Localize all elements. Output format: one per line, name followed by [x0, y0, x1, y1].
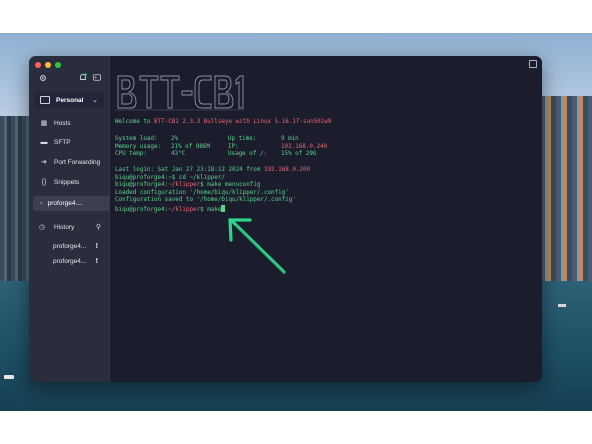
folder-icon: ▬	[40, 138, 48, 146]
stat-key: CPU temp:	[115, 151, 147, 157]
sidebar: Personal ⌄ ▦ Hosts ▬ SFTP ➜ Port Forward…	[29, 56, 110, 382]
vault-selector[interactable]: Personal ⌄	[34, 92, 104, 108]
output-line: Configuration saved to '/home/biqu/klipp…	[115, 197, 296, 203]
history-header[interactable]: ◷ History ⚲	[29, 220, 109, 234]
stat-key: IP:	[228, 143, 239, 150]
stat-value: 2%	[171, 136, 179, 142]
history-item-label: proforge4...	[53, 242, 87, 250]
stat-value: 43°C	[171, 151, 186, 157]
command: $ make menuconfig	[200, 182, 261, 188]
arrow-icon: ➜	[41, 159, 47, 166]
welcome-prefix: Welcome to	[115, 119, 155, 125]
command: $ cd ~/klipper/	[171, 174, 225, 181]
boat	[558, 304, 566, 307]
stat-value: 192.168.0.240	[281, 143, 328, 150]
command-line: biqu@proforge4:~/klipper$ make menuconfi…	[115, 182, 260, 189]
settings-icon[interactable]	[39, 74, 47, 84]
sidebar-toolbar	[29, 73, 109, 85]
prompt: biqu@proforge4:	[115, 206, 169, 213]
stat-key: Memory usage:	[115, 143, 162, 150]
prompt-path: ~/klipper	[168, 206, 201, 213]
zoom-window-button[interactable]	[55, 62, 61, 68]
command-line: biqu@proforge4:~$ cd ~/klipper/	[115, 175, 225, 182]
welcome-system-name: BTT-CB1 2.3.3 Bullseye with Linux 5.16.1…	[154, 119, 332, 125]
split-view-icon[interactable]	[529, 60, 537, 68]
vault-icon	[40, 96, 50, 104]
stat-key: Up time:	[228, 136, 257, 142]
last-login-text: Last login: Sat Jan 27 23:18:12 2024 fro…	[115, 167, 264, 173]
text-cursor	[221, 204, 226, 212]
warning-icon: !	[95, 257, 98, 265]
prompt-path: ~/klipper	[168, 182, 201, 188]
last-login-ip: 192.168.0.200	[263, 167, 311, 173]
braces-icon: {}	[41, 178, 47, 186]
sidebar-item-hosts[interactable]: ▦ Hosts	[29, 115, 109, 131]
hosts-icon: ▦	[40, 120, 48, 127]
stat-value: 9 min	[281, 136, 299, 142]
search-icon[interactable]: ⚲	[96, 223, 101, 231]
warning-icon: !	[95, 242, 98, 250]
welcome-line: Welcome to BTT-CB1 2.3.3 Bullseye with L…	[115, 119, 331, 126]
sidebar-item-sftp[interactable]: ▬ SFTP	[29, 134, 109, 150]
host-status-icon: ◔	[39, 200, 43, 207]
command: $ make	[200, 206, 222, 213]
output-line: Loaded configuration '/home/biqu/klipper…	[115, 189, 289, 196]
ascii-banner-logo	[115, 75, 245, 111]
prompt: biqu@proforge4:	[115, 174, 169, 181]
vault-label: Personal	[56, 96, 84, 104]
sidebar-item-label: Snippets	[54, 178, 80, 186]
stat-key: System load:	[115, 136, 158, 142]
sidebar-item-label: SFTP	[54, 138, 71, 146]
close-window-button[interactable]	[35, 62, 41, 68]
chevron-down-icon: ⌄	[92, 97, 98, 104]
active-session-label: proforge4....	[47, 200, 83, 207]
notification-icon[interactable]	[79, 73, 87, 84]
sidebar-item-label: Port Forwarding	[54, 158, 101, 166]
stats-row: Memory usage: 21% of 986M IP: 192.168.0.240	[115, 144, 327, 151]
stats-row: CPU temp: 43°C Usage of /: 15% of 29G	[115, 151, 316, 158]
history-label: History	[54, 223, 75, 231]
sidebar-item-snippets[interactable]: {} Snippets	[29, 174, 109, 190]
minimize-window-button[interactable]	[45, 62, 51, 68]
clock-icon: ◷	[39, 224, 46, 231]
history-item-label: proforge4...	[53, 257, 87, 265]
sidebar-item-label: Hosts	[54, 119, 71, 127]
window-controls	[35, 62, 61, 68]
stats-row: System load: 2% Up time: 9 min	[115, 136, 299, 143]
termius-window: Personal ⌄ ▦ Hosts ▬ SFTP ➜ Port Forward…	[29, 56, 542, 382]
skyline-right	[540, 96, 592, 286]
active-session-tab[interactable]: ◔ proforge4....	[33, 196, 109, 211]
history-item[interactable]: proforge4... !	[29, 240, 109, 252]
prompt: biqu@proforge4:	[115, 182, 169, 188]
stat-key: Usage of /:	[228, 151, 268, 157]
command-line[interactable]: biqu@proforge4:~/klipper$ make	[115, 204, 226, 214]
boat	[4, 375, 14, 379]
stat-value: 21% of 986M	[171, 143, 211, 150]
sidebar-item-port-forwarding[interactable]: ➜ Port Forwarding	[29, 154, 109, 170]
terminal-icon[interactable]	[93, 74, 101, 83]
terminal-output[interactable]: Welcome to BTT-CB1 2.3.3 Bullseye with L…	[110, 56, 542, 382]
history-item[interactable]: proforge4... !	[29, 255, 109, 267]
stat-value: 15% of 29G	[281, 151, 317, 157]
last-login-line: Last login: Sat Jan 27 23:18:12 2024 fro…	[115, 167, 310, 174]
